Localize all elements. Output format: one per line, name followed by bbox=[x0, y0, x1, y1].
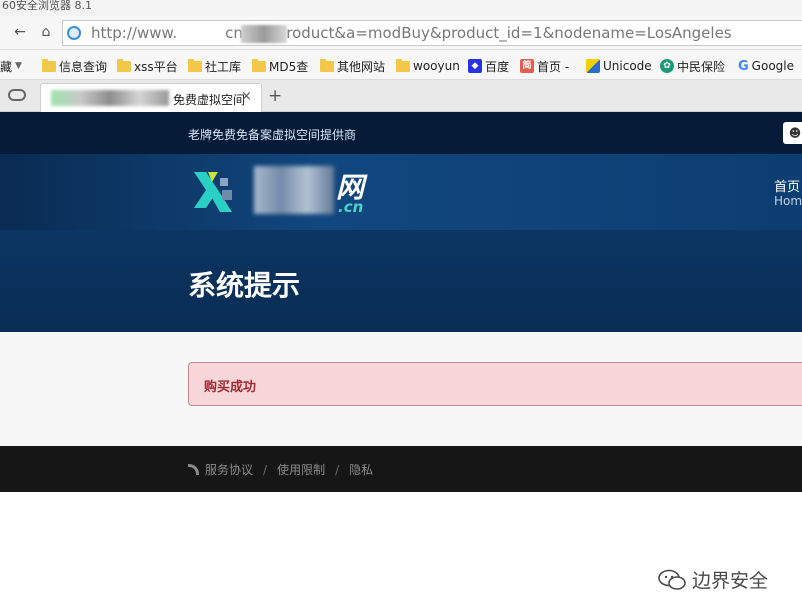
bookmark-label: 藏 bbox=[0, 59, 13, 74]
nav-home-link[interactable]: 首页 bbox=[774, 176, 800, 195]
folder-icon bbox=[320, 58, 334, 72]
window-title: 60安全浏览器 8.1 bbox=[0, 0, 802, 16]
logo-icon[interactable] bbox=[192, 168, 242, 216]
alert-box: 购买成功 bbox=[188, 362, 802, 406]
bookmark-label: 社工库 bbox=[205, 59, 242, 74]
tab-title: 免费虚拟空间 bbox=[173, 93, 246, 107]
site-top-strip: 老牌免费免备案虚拟空间提供商 ☻ bbox=[0, 112, 802, 154]
footer-separator: / bbox=[335, 462, 340, 477]
bookmark-label: Google bbox=[751, 59, 794, 73]
rss-icon bbox=[188, 464, 199, 475]
url-suffix: cn/?c=product&a=modBuy&product_id=1&node… bbox=[225, 24, 732, 42]
back-arrow-icon[interactable]: ← bbox=[10, 22, 30, 42]
site-footer: 服务协议 / 使用限制 / 隐私 bbox=[0, 446, 802, 492]
logo-domain: .cn bbox=[338, 198, 364, 216]
tab-bar: 免费虚拟空间 × + bbox=[0, 80, 802, 112]
footer-link-privacy[interactable]: 隐私 bbox=[349, 461, 373, 478]
bookmark-item-baidu[interactable]: ◆ 百度 bbox=[468, 57, 509, 75]
content-area: 购买成功 bbox=[0, 332, 802, 446]
footer-link-limits[interactable]: 使用限制 bbox=[277, 461, 325, 478]
bookmark-item-md5[interactable]: MD5查 bbox=[252, 57, 308, 75]
site-slogan: 老牌免费免备案虚拟空间提供商 bbox=[188, 128, 357, 142]
bookmark-label: 其他网站 bbox=[337, 59, 386, 74]
folder-icon bbox=[188, 58, 202, 72]
watermark-text: 边界安全 bbox=[692, 570, 769, 592]
url-input[interactable]: http://www. cn/?c=product&a=modBuy&produc… bbox=[62, 20, 802, 46]
website-viewport: 老牌免费免备案虚拟空间提供商 ☻ 网 .cn 首页 Hom 系统提示 购买成功 … bbox=[0, 112, 802, 616]
new-tab-button[interactable]: + bbox=[268, 87, 282, 105]
chevron-down-icon: ▼ bbox=[15, 61, 22, 71]
bookmark-item-shouye[interactable]: 简首页 - bbox=[520, 57, 569, 75]
google-icon: G bbox=[738, 58, 749, 74]
footer-separator: / bbox=[263, 462, 268, 477]
user-icon[interactable]: ☻ bbox=[783, 122, 802, 144]
wechat-icon bbox=[658, 569, 686, 590]
bookmark-label: 中民保险 bbox=[677, 59, 726, 74]
tab-active[interactable]: 免费虚拟空间 × bbox=[40, 83, 262, 112]
close-icon[interactable]: × bbox=[241, 89, 252, 104]
watermark: 边界安全 bbox=[658, 566, 768, 593]
bookmark-label: 百度 bbox=[485, 59, 510, 74]
bookmark-label: 首页 - bbox=[537, 59, 570, 74]
bookmark-label: xss平台 bbox=[134, 59, 178, 74]
folder-icon bbox=[117, 58, 131, 72]
footer-link-terms[interactable]: 服务协议 bbox=[205, 461, 253, 478]
bookmark-label: 信息查询 bbox=[59, 59, 108, 74]
folder-icon bbox=[396, 58, 410, 72]
page-title: 系统提示 bbox=[188, 269, 301, 302]
bookmarks-bar: 藏 ▼ 信息查询 xss平台 社工库 MD5查 其他网站 wooyun ◆ 百度 简… bbox=[0, 50, 802, 80]
logo-redaction-blur bbox=[254, 166, 334, 214]
footer-links: 服务协议 / 使用限制 / 隐私 bbox=[188, 461, 373, 478]
bookmark-item-xss[interactable]: xss平台 bbox=[117, 57, 178, 75]
address-bar: ← ⌂ http://www. cn/?c=product&a=modBuy&pr… bbox=[0, 16, 802, 50]
site-header: 网 .cn 首页 Hom 系统提示 bbox=[0, 154, 802, 332]
globe-icon bbox=[67, 26, 81, 40]
bookmark-item-info-query[interactable]: 信息查询 bbox=[42, 57, 107, 75]
url-text: http://www. cn/?c=product&a=modBuy&produc… bbox=[91, 24, 732, 42]
baidu-icon: ◆ bbox=[468, 59, 482, 73]
bookmark-label: Unicode bbox=[603, 59, 652, 73]
bookmark-item-wooyun[interactable]: wooyun bbox=[396, 57, 460, 75]
jian-icon: 简 bbox=[520, 59, 534, 73]
folder-icon bbox=[42, 58, 56, 72]
bookmark-label: MD5查 bbox=[269, 59, 309, 74]
bookmark-label: wooyun bbox=[413, 59, 460, 73]
bookmark-item-zhongmin[interactable]: ✿ 中民保险 bbox=[660, 57, 725, 75]
nav-home-english[interactable]: Hom bbox=[774, 194, 802, 208]
tab-title-redaction-blur bbox=[51, 90, 169, 106]
header-nav-band bbox=[0, 154, 802, 230]
bookmark-item-cang[interactable]: 藏 ▼ bbox=[0, 57, 22, 75]
zhongmin-icon: ✿ bbox=[660, 59, 674, 73]
alert-message: 购买成功 bbox=[204, 380, 257, 395]
bookmark-item-other-sites[interactable]: 其他网站 bbox=[320, 57, 385, 75]
bookmark-item-unicode[interactable]: Unicode bbox=[586, 57, 652, 75]
folder-icon bbox=[252, 58, 266, 72]
bookmark-item-google[interactable]: G Google bbox=[738, 57, 794, 75]
cloud-icon[interactable] bbox=[8, 89, 26, 101]
home-icon[interactable]: ⌂ bbox=[36, 22, 56, 42]
url-redaction-blur bbox=[241, 25, 287, 43]
bookmark-item-sgk[interactable]: 社工库 bbox=[188, 57, 241, 75]
unicode-icon bbox=[586, 59, 600, 73]
url-prefix: http://www. bbox=[91, 24, 178, 42]
